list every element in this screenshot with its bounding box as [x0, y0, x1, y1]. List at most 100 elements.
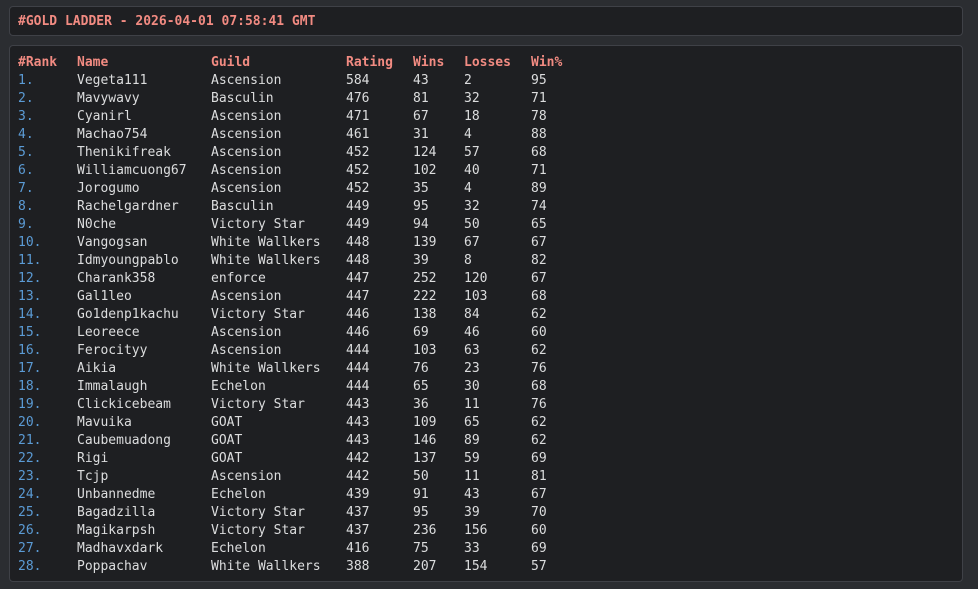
- cell-rating: 447: [346, 289, 370, 304]
- cell-wins: 65: [413, 379, 429, 394]
- cell-losses: 40: [464, 163, 480, 178]
- cell-winpct: 65: [531, 217, 547, 232]
- cell-guild: GOAT: [211, 415, 243, 430]
- cell-rating: 444: [346, 379, 370, 394]
- cell-wins: 75: [413, 541, 429, 556]
- table-row: 16. Ferocityy Ascension 444 103 63 62: [18, 342, 581, 360]
- cell-guild: White Wallkers: [211, 361, 321, 376]
- cell-losses: 39: [464, 505, 480, 520]
- cell-losses: 4: [464, 181, 472, 196]
- cell-winpct: 70: [531, 505, 547, 520]
- cell-name: Clickicebeam: [77, 397, 171, 412]
- column-header-wins: Wins: [413, 55, 445, 70]
- cell-rating: 442: [346, 451, 370, 466]
- cell-rank: 9.: [18, 217, 34, 232]
- cell-wins: 35: [413, 181, 429, 196]
- table-row: 2. Mavywavy Basculin 476 81 32 71: [18, 90, 581, 108]
- cell-name: Machao754: [77, 127, 148, 142]
- cell-rating: 452: [346, 163, 370, 178]
- cell-wins: 76: [413, 361, 429, 376]
- cell-guild: Ascension: [211, 181, 282, 196]
- table-row: 20. Mavuika GOAT 443 109 65 62: [18, 414, 581, 432]
- cell-winpct: 68: [531, 289, 547, 304]
- cell-name: Rigi: [77, 451, 109, 466]
- cell-rating: 416: [346, 541, 370, 556]
- cell-winpct: 74: [531, 199, 547, 214]
- cell-rank: 22.: [18, 451, 42, 466]
- cell-name: Caubemuadong: [77, 433, 171, 448]
- table-row: 7. Jorogumo Ascension 452 35 4 89: [18, 180, 581, 198]
- cell-guild: Echelon: [211, 379, 266, 394]
- cell-losses: 63: [464, 343, 480, 358]
- cell-name: N0che: [77, 217, 117, 232]
- ladder-table-box: #Rank Name Guild Rating Wins Losses Win%…: [9, 45, 963, 582]
- cell-rank: 3.: [18, 109, 34, 124]
- cell-rating: 584: [346, 73, 370, 88]
- cell-losses: 4: [464, 127, 472, 142]
- cell-rank: 20.: [18, 415, 42, 430]
- cell-winpct: 67: [531, 487, 547, 502]
- cell-guild: GOAT: [211, 433, 243, 448]
- cell-name: Idmyoungpablo: [77, 253, 179, 268]
- cell-rating: 471: [346, 109, 370, 124]
- cell-name: Madhavxdark: [77, 541, 164, 556]
- cell-rank: 28.: [18, 559, 42, 574]
- cell-guild: Echelon: [211, 487, 266, 502]
- cell-wins: 36: [413, 397, 429, 412]
- cell-winpct: 62: [531, 415, 547, 430]
- cell-guild: Basculin: [211, 199, 274, 214]
- cell-rating: 444: [346, 343, 370, 358]
- table-row: 8. Rachelgardner Basculin 449 95 32 74: [18, 198, 581, 216]
- cell-winpct: 89: [531, 181, 547, 196]
- table-row: 9. N0che Victory Star 449 94 50 65: [18, 216, 581, 234]
- table-row: 5. Thenikifreak Ascension 452 124 57 68: [18, 144, 581, 162]
- cell-losses: 11: [464, 469, 480, 484]
- cell-name: Cyanirl: [77, 109, 132, 124]
- cell-name: Vegeta111: [77, 73, 148, 88]
- table-row: 11. Idmyoungpablo White Wallkers 448 39 8 82: [18, 252, 581, 270]
- cell-losses: 57: [464, 145, 480, 160]
- cell-wins: 81: [413, 91, 429, 106]
- cell-name: Aikia: [77, 361, 117, 376]
- cell-rank: 11.: [18, 253, 42, 268]
- cell-rating: 439: [346, 487, 370, 502]
- cell-wins: 109: [413, 415, 437, 430]
- cell-rating: 449: [346, 217, 370, 232]
- column-header-losses: Losses: [464, 55, 511, 70]
- column-header-name: Name: [77, 55, 109, 70]
- cell-winpct: 95: [531, 73, 547, 88]
- cell-name: Unbannedme: [77, 487, 156, 502]
- table-row: 15. Leoreece Ascension 446 69 46 60: [18, 324, 581, 342]
- cell-wins: 138: [413, 307, 437, 322]
- cell-winpct: 81: [531, 469, 547, 484]
- cell-name: Tcjp: [77, 469, 109, 484]
- cell-winpct: 71: [531, 163, 547, 178]
- column-header-rating: Rating: [346, 55, 393, 70]
- cell-guild: Victory Star: [211, 217, 305, 232]
- cell-rating: 448: [346, 253, 370, 268]
- cell-guild: Ascension: [211, 163, 282, 178]
- cell-name: Go1denp1kachu: [77, 307, 179, 322]
- cell-losses: 32: [464, 91, 480, 106]
- cell-rating: 442: [346, 469, 370, 484]
- cell-wins: 94: [413, 217, 429, 232]
- cell-guild: Echelon: [211, 541, 266, 556]
- cell-guild: Victory Star: [211, 307, 305, 322]
- cell-winpct: 68: [531, 379, 547, 394]
- cell-winpct: 62: [531, 433, 547, 448]
- cell-winpct: 69: [531, 541, 547, 556]
- cell-winpct: 68: [531, 145, 547, 160]
- cell-winpct: 62: [531, 343, 547, 358]
- cell-winpct: 76: [531, 361, 547, 376]
- cell-losses: 154: [464, 559, 488, 574]
- cell-guild: Victory Star: [211, 523, 305, 538]
- cell-wins: 50: [413, 469, 429, 484]
- cell-guild: White Wallkers: [211, 559, 321, 574]
- cell-name: Ferocityy: [77, 343, 148, 358]
- cell-name: Leoreece: [77, 325, 140, 340]
- cell-wins: 95: [413, 505, 429, 520]
- table-row: 27. Madhavxdark Echelon 416 75 33 69: [18, 540, 581, 558]
- cell-guild: White Wallkers: [211, 253, 321, 268]
- cell-losses: 46: [464, 325, 480, 340]
- table-row: 19. Clickicebeam Victory Star 443 36 11 76: [18, 396, 581, 414]
